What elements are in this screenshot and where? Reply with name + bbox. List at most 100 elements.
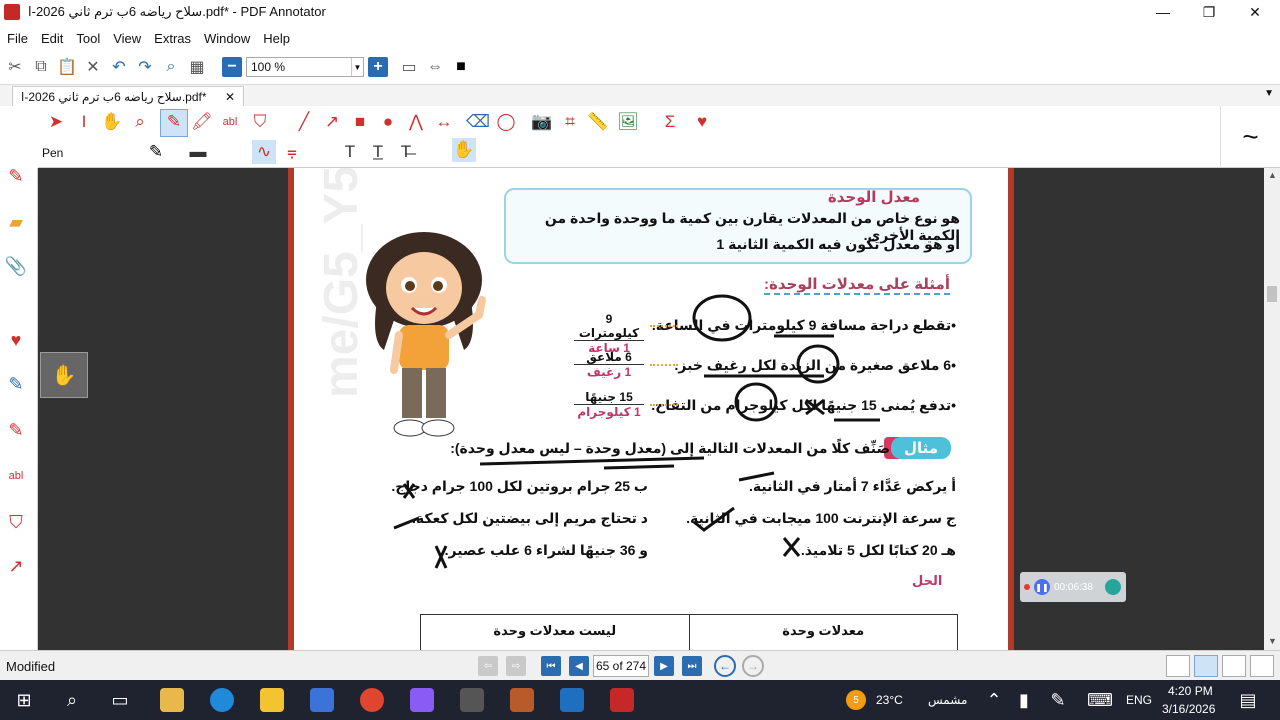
polygon-icon[interactable]: ⋀ bbox=[404, 110, 428, 134]
arrow-tool-icon[interactable]: ↗ bbox=[4, 554, 28, 578]
delete-icon[interactable]: ✕ bbox=[82, 56, 104, 78]
page-indicator[interactable]: 65 of 274 bbox=[593, 655, 649, 677]
chevron-down-icon[interactable]: ▼ bbox=[1264, 88, 1274, 99]
undo-icon[interactable]: ↶ bbox=[108, 56, 130, 78]
favorite-hand-icon[interactable]: ✋ bbox=[40, 352, 88, 398]
clock-time[interactable]: 4:20 PM bbox=[1168, 684, 1213, 698]
fit-page-icon[interactable]: ▭ bbox=[398, 56, 420, 78]
heart-icon[interactable]: ♥ bbox=[4, 328, 28, 352]
store-icon[interactable] bbox=[310, 688, 334, 712]
task-view-icon[interactable]: ▭ bbox=[108, 688, 132, 712]
outlook-icon[interactable] bbox=[560, 688, 584, 712]
usb-tray-icon[interactable]: ▮ bbox=[1012, 688, 1036, 712]
two-page-continuous-icon[interactable] bbox=[1250, 655, 1274, 677]
nav-back-page-icon[interactable]: ⇦ bbox=[478, 656, 498, 676]
menu-extras[interactable]: Extras bbox=[147, 31, 197, 46]
text-select-icon[interactable]: I bbox=[72, 110, 96, 134]
scroll-down-icon[interactable]: ▼ bbox=[1268, 636, 1277, 646]
pause-icon[interactable]: ❚❚ bbox=[1034, 579, 1050, 595]
pdf-page[interactable]: me/G5_Y5 معدل الوحدة هو نوع خاص من المعد… bbox=[294, 168, 1008, 650]
fit-width-icon[interactable]: ⇔ bbox=[424, 56, 446, 78]
strikethrough-icon[interactable]: T̶ bbox=[394, 140, 418, 164]
line-icon[interactable]: ╱ bbox=[292, 110, 316, 134]
eraser-icon[interactable]: ⌫ bbox=[466, 110, 490, 134]
scroll-up-icon[interactable]: ▲ bbox=[1268, 170, 1277, 180]
image-icon[interactable]: 🖼 bbox=[616, 110, 640, 134]
find-icon[interactable]: ⌕ bbox=[160, 56, 182, 78]
history-back-icon[interactable]: ← bbox=[714, 655, 736, 677]
zoom-in-button[interactable]: + bbox=[368, 57, 388, 77]
straighten-icon[interactable]: ⩦ bbox=[280, 140, 304, 164]
chrome-icon[interactable] bbox=[360, 688, 384, 712]
chevron-up-icon[interactable]: ⌃ bbox=[982, 688, 1006, 712]
pdf-annotator-icon[interactable] bbox=[610, 688, 634, 712]
hand-annot-icon[interactable]: ✋ bbox=[452, 138, 476, 162]
edge-icon[interactable] bbox=[210, 688, 234, 712]
history-forward-icon[interactable]: → bbox=[742, 655, 764, 677]
menu-edit[interactable]: Edit bbox=[34, 31, 69, 46]
measure-icon[interactable]: ↔ bbox=[432, 110, 456, 134]
search-icon[interactable]: ⌕ bbox=[60, 688, 84, 712]
highlighter-icon[interactable]: 🖍 bbox=[190, 110, 214, 134]
first-page-button[interactable]: ⏮ bbox=[541, 656, 561, 676]
line-width-icon[interactable]: ▬ bbox=[186, 140, 210, 164]
zoom-out-button[interactable]: − bbox=[222, 57, 242, 77]
menu-help[interactable]: Help bbox=[256, 31, 296, 46]
pen-color-icon[interactable]: ✎ bbox=[144, 140, 168, 164]
pen-icon[interactable]: ✎ bbox=[4, 164, 28, 188]
underline-text-icon[interactable]: T̲ bbox=[366, 140, 390, 164]
rectangle-icon[interactable]: ■ bbox=[348, 110, 372, 134]
stop-icon[interactable] bbox=[1104, 579, 1121, 595]
usb-app-icon[interactable] bbox=[460, 688, 484, 712]
menu-view[interactable]: View bbox=[106, 31, 147, 46]
scroll-thumb[interactable] bbox=[1267, 286, 1277, 302]
pen-tray-icon[interactable]: ✎ bbox=[1046, 688, 1070, 712]
zoom-select[interactable]: 100 % ▼ bbox=[246, 57, 364, 77]
text-format-icon[interactable]: T bbox=[338, 140, 362, 164]
zoom-tool-icon[interactable]: ⌕ bbox=[128, 110, 152, 134]
continuous-view-icon[interactable] bbox=[1194, 655, 1218, 677]
camera-icon[interactable]: 📷 bbox=[530, 110, 554, 134]
restore-button[interactable]: ❐ bbox=[1186, 0, 1232, 24]
text-box-icon[interactable]: abl bbox=[4, 464, 28, 488]
single-page-view-icon[interactable] bbox=[1166, 655, 1190, 677]
vertical-scrollbar[interactable]: ▲ ▼ bbox=[1264, 168, 1280, 650]
minimize-button[interactable]: — bbox=[1140, 0, 1186, 24]
chevron-down-icon[interactable]: ▼ bbox=[351, 58, 363, 76]
pencil-app-icon[interactable] bbox=[260, 688, 284, 712]
text-box-icon[interactable]: abl bbox=[218, 110, 242, 134]
clock-date[interactable]: 3/16/2026 bbox=[1162, 702, 1215, 716]
lasso-icon[interactable]: ◯ bbox=[494, 110, 518, 134]
hand-icon[interactable]: ✋ bbox=[100, 110, 124, 134]
attachment-icon[interactable]: 📎 bbox=[4, 254, 28, 278]
stamp-icon[interactable]: ⛉ bbox=[248, 110, 272, 134]
arrow-tool-icon[interactable]: ↗ bbox=[320, 110, 344, 134]
menu-file[interactable]: File bbox=[0, 31, 34, 46]
weather-icon[interactable]: 5 bbox=[846, 690, 866, 710]
close-button[interactable]: ✕ bbox=[1232, 0, 1278, 24]
page-layout-icon[interactable]: ▦ bbox=[186, 56, 208, 78]
nav-forward-page-icon[interactable]: ⇨ bbox=[506, 656, 526, 676]
file-explorer-icon[interactable] bbox=[160, 688, 184, 712]
marker-icon[interactable]: ✎ bbox=[4, 372, 28, 396]
fullscreen-icon[interactable]: ■ bbox=[450, 56, 472, 78]
document-tab[interactable]: سلاح رياضه 6ب ترم ثاني 2026-ا.pdf* ✕ bbox=[12, 86, 244, 107]
paste-icon[interactable]: 📋 bbox=[56, 56, 78, 78]
tab-close-icon[interactable]: ✕ bbox=[225, 90, 235, 104]
next-page-button[interactable]: ▶ bbox=[654, 656, 674, 676]
start-icon[interactable]: ⊞ bbox=[12, 688, 36, 712]
menu-window[interactable]: Window bbox=[197, 31, 256, 46]
photo-app-icon[interactable] bbox=[510, 688, 534, 712]
crop-icon[interactable]: ⌗ bbox=[558, 110, 582, 134]
highlighter-icon[interactable]: ✎ bbox=[4, 418, 28, 442]
cut-icon[interactable]: ✂ bbox=[4, 56, 26, 78]
last-page-button[interactable]: ⏭ bbox=[682, 656, 702, 676]
two-page-view-icon[interactable] bbox=[1222, 655, 1246, 677]
sigma-icon[interactable]: Σ bbox=[658, 110, 682, 134]
copilot-icon[interactable] bbox=[410, 688, 434, 712]
redo-icon[interactable]: ↷ bbox=[134, 56, 156, 78]
keyboard-icon[interactable]: ⌨ bbox=[1087, 688, 1113, 712]
notification-icon[interactable]: ▤ bbox=[1236, 688, 1260, 712]
prev-page-button[interactable]: ◀ bbox=[569, 656, 589, 676]
ellipse-icon[interactable]: ● bbox=[376, 110, 400, 134]
